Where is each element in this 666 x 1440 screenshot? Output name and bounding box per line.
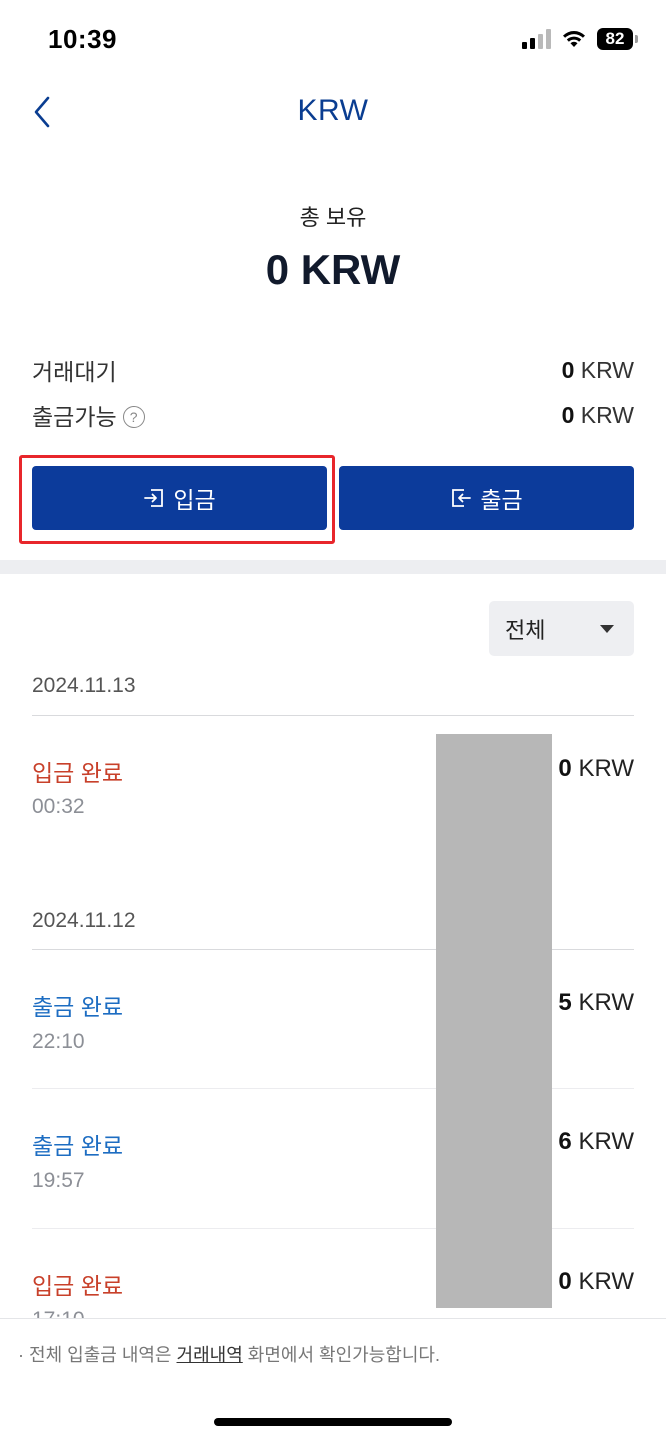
- battery-icon: 82: [597, 28, 638, 50]
- page-title: KRW: [297, 94, 369, 127]
- tx-time: 19:57: [32, 1169, 85, 1192]
- footer-note: · 전체 입출금 내역은 거래내역 화면에서 확인가능합니다.: [18, 1341, 440, 1367]
- total-holding-value: 0 KRW: [265, 246, 401, 293]
- help-icon[interactable]: ?: [122, 405, 145, 428]
- home-indicator[interactable]: [214, 1418, 452, 1426]
- redaction-overlay: [436, 734, 552, 1308]
- tx-amount: 0 KRW: [558, 1268, 634, 1295]
- status-icons: 82: [522, 28, 638, 50]
- wifi-icon: [563, 31, 585, 47]
- withdrawable-label: 출금가능: [32, 404, 117, 430]
- footer-bullet: ·: [18, 1345, 24, 1365]
- date-header: 2024.11.13: [32, 674, 136, 697]
- date-header: 2024.11.12: [32, 909, 136, 932]
- tx-status: 출금 완료: [32, 994, 124, 1020]
- status-time: 10:39: [48, 24, 117, 54]
- pending-label: 거래대기: [32, 359, 117, 385]
- filter-select[interactable]: 전체: [489, 601, 634, 656]
- divider: [32, 715, 634, 716]
- tx-amount: 6 KRW: [558, 1128, 634, 1155]
- tx-amount: 0 KRW: [558, 755, 634, 782]
- tx-status: 입금 완료: [32, 760, 124, 786]
- withdraw-button[interactable]: 출금: [339, 466, 634, 530]
- pending-amount: 0 KRW: [561, 356, 634, 383]
- withdrawable-label-wrap: 출금가능?: [32, 398, 145, 432]
- section-divider: [0, 560, 666, 574]
- withdraw-label: 출금: [480, 487, 523, 513]
- total-holding-label: 총 보유: [299, 205, 367, 230]
- pending-row: 거래대기 0 KRW: [32, 353, 634, 387]
- footer-note-prefix: 전체 입출금 내역은: [29, 1345, 172, 1365]
- tx-status: 입금 완료: [32, 1273, 124, 1299]
- footer: · 전체 입출금 내역은 거래내역 화면에서 확인가능합니다.: [0, 1318, 666, 1440]
- filter-selected-label: 전체: [505, 617, 546, 643]
- deposit-label: 입금: [173, 487, 216, 513]
- withdrawable-row: 출금가능? 0 KRW: [32, 398, 634, 432]
- tx-status: 출금 완료: [32, 1133, 124, 1159]
- deposit-icon: [144, 489, 164, 507]
- tx-time: 00:32: [32, 795, 85, 818]
- deposit-button[interactable]: 입금: [32, 466, 327, 530]
- tx-time: 22:10: [32, 1030, 85, 1053]
- withdraw-icon: [452, 489, 472, 507]
- caret-down-icon: [600, 625, 614, 633]
- nav-bar: KRW: [0, 80, 666, 144]
- transaction-history-link[interactable]: 거래내역: [177, 1345, 243, 1365]
- footer-note-suffix: 화면에서 확인가능합니다.: [247, 1345, 440, 1365]
- withdrawable-amount: 0 KRW: [561, 401, 634, 428]
- signal-icon: [522, 29, 551, 49]
- tx-amount: 5 KRW: [558, 989, 634, 1016]
- action-buttons: 입금 출금: [32, 466, 634, 530]
- battery-level: 82: [597, 28, 633, 50]
- status-bar: 10:39 82: [0, 0, 666, 80]
